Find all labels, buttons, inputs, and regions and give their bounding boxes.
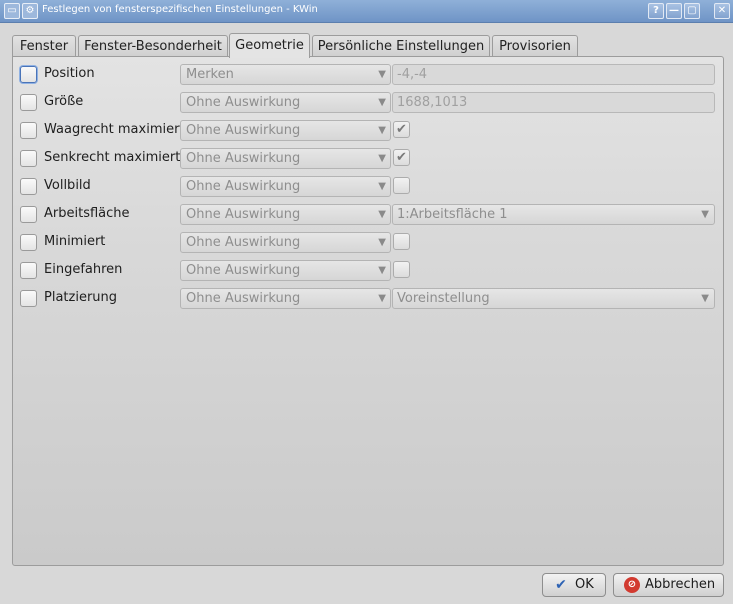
chevron-down-icon: ▼: [378, 181, 386, 192]
maximize-horizontal-label: Waagrecht maximiert: [44, 122, 185, 137]
size-enable-checkbox[interactable]: [20, 94, 37, 111]
rule-row-minimized: Minimiert Ohne Auswirkung ▼: [20, 232, 720, 254]
rule-row-desktop: Arbeitsfläche Ohne Auswirkung ▼ 1:Arbeit…: [20, 204, 720, 226]
position-rule-value: Merken: [186, 67, 234, 82]
chevron-down-icon: ▼: [378, 209, 386, 220]
desktop-label: Arbeitsfläche: [44, 206, 130, 221]
desktop-value-select[interactable]: 1:Arbeitsfläche 1 ▼: [392, 204, 715, 225]
chevron-down-icon: ▼: [378, 153, 386, 164]
close-button[interactable]: ✕: [714, 3, 730, 19]
rule-row-maximize-horizontal: Waagrecht maximiert Ohne Auswirkung ▼ ✔: [20, 120, 720, 142]
maximize-vertical-rule-select[interactable]: Ohne Auswirkung ▼: [180, 148, 391, 169]
position-label: Position: [44, 66, 95, 81]
shaded-rule-select[interactable]: Ohne Auswirkung ▼: [180, 260, 391, 281]
maximize-vertical-value-checkbox[interactable]: ✔: [393, 149, 410, 166]
window-title: Festlegen von fensterspezifischen Einste…: [42, 4, 318, 15]
desktop-value: 1:Arbeitsfläche 1: [397, 207, 508, 222]
chevron-down-icon: ▼: [378, 265, 386, 276]
size-rule-value: Ohne Auswirkung: [186, 95, 301, 110]
checkmark-icon: ✔: [555, 577, 567, 593]
size-value-input[interactable]: 1688,1013: [392, 92, 715, 113]
desktop-rule-value: Ohne Auswirkung: [186, 207, 301, 222]
chevron-down-icon: ▼: [701, 293, 709, 304]
window-menu-icon[interactable]: ▭: [4, 3, 20, 19]
maximize-button[interactable]: ▢: [684, 3, 700, 19]
minimize-button[interactable]: —: [666, 3, 682, 19]
maximize-vertical-label: Senkrecht maximiert: [44, 150, 181, 165]
maximize-horizontal-rule-value: Ohne Auswirkung: [186, 123, 301, 138]
shaded-rule-value: Ohne Auswirkung: [186, 263, 301, 278]
desktop-rule-select[interactable]: Ohne Auswirkung ▼: [180, 204, 391, 225]
minimized-label: Minimiert: [44, 234, 106, 249]
tab-persoenliche-einstellungen[interactable]: Persönliche Einstellungen: [312, 35, 490, 57]
cancel-button-label: Abbrechen: [645, 577, 716, 592]
position-enable-checkbox[interactable]: [20, 66, 37, 83]
title-bar[interactable]: ▭ ⚙ Festlegen von fensterspezifischen Ei…: [0, 0, 733, 23]
fullscreen-rule-select[interactable]: Ohne Auswirkung ▼: [180, 176, 391, 197]
chevron-down-icon: ▼: [701, 209, 709, 220]
help-button[interactable]: ?: [648, 3, 664, 19]
tab-provisorien[interactable]: Provisorien: [492, 35, 578, 57]
maximize-vertical-enable-checkbox[interactable]: [20, 150, 37, 167]
chevron-down-icon: ▼: [378, 69, 386, 80]
chevron-down-icon: ▼: [378, 237, 386, 248]
position-rule-select[interactable]: Merken ▼: [180, 64, 391, 85]
ok-button[interactable]: ✔ OK: [542, 573, 606, 597]
rule-row-maximize-vertical: Senkrecht maximiert Ohne Auswirkung ▼ ✔: [20, 148, 720, 170]
minimized-rule-select[interactable]: Ohne Auswirkung ▼: [180, 232, 391, 253]
minimized-value-checkbox[interactable]: [393, 233, 410, 250]
placement-rule-value: Ohne Auswirkung: [186, 291, 301, 306]
minimized-rule-value: Ohne Auswirkung: [186, 235, 301, 250]
cancel-icon: ⊘: [624, 577, 640, 593]
shaded-label: Eingefahren: [44, 262, 123, 277]
fullscreen-rule-value: Ohne Auswirkung: [186, 179, 301, 194]
minimized-enable-checkbox[interactable]: [20, 234, 37, 251]
placement-enable-checkbox[interactable]: [20, 290, 37, 307]
settings-gear-icon[interactable]: ⚙: [22, 3, 38, 19]
maximize-horizontal-value-checkbox[interactable]: ✔: [393, 121, 410, 138]
placement-label: Platzierung: [44, 290, 118, 305]
maximize-vertical-rule-value: Ohne Auswirkung: [186, 151, 301, 166]
placement-rule-select[interactable]: Ohne Auswirkung ▼: [180, 288, 391, 309]
tab-geometrie[interactable]: Geometrie: [229, 33, 310, 58]
rule-row-size: Größe Ohne Auswirkung ▼ 1688,1013: [20, 92, 720, 114]
chevron-down-icon: ▼: [378, 293, 386, 304]
kwin-rules-dialog: ▭ ⚙ Festlegen von fensterspezifischen Ei…: [0, 0, 733, 604]
fullscreen-value-checkbox[interactable]: [393, 177, 410, 194]
maximize-horizontal-enable-checkbox[interactable]: [20, 122, 37, 139]
tab-fenster[interactable]: Fenster: [12, 35, 76, 57]
position-value-input[interactable]: -4,-4: [392, 64, 715, 85]
chevron-down-icon: ▼: [378, 97, 386, 108]
placement-value-select[interactable]: Voreinstellung ▼: [392, 288, 715, 309]
maximize-horizontal-rule-select[interactable]: Ohne Auswirkung ▼: [180, 120, 391, 141]
ok-button-label: OK: [575, 577, 594, 592]
fullscreen-label: Vollbild: [44, 178, 91, 193]
chevron-down-icon: ▼: [378, 125, 386, 136]
placement-value: Voreinstellung: [397, 291, 490, 306]
size-rule-select[interactable]: Ohne Auswirkung ▼: [180, 92, 391, 113]
tab-fenster-besonderheit[interactable]: Fenster-Besonderheit: [78, 35, 228, 57]
desktop-enable-checkbox[interactable]: [20, 206, 37, 223]
shaded-enable-checkbox[interactable]: [20, 262, 37, 279]
cancel-button[interactable]: ⊘ Abbrechen: [613, 573, 724, 597]
shaded-value-checkbox[interactable]: [393, 261, 410, 278]
rule-row-fullscreen: Vollbild Ohne Auswirkung ▼: [20, 176, 720, 198]
fullscreen-enable-checkbox[interactable]: [20, 178, 37, 195]
size-label: Größe: [44, 94, 84, 109]
rule-row-shaded: Eingefahren Ohne Auswirkung ▼: [20, 260, 720, 282]
rule-row-position: Position Merken ▼ -4,-4: [20, 64, 720, 86]
rule-row-placement: Platzierung Ohne Auswirkung ▼ Voreinstel…: [20, 288, 720, 310]
